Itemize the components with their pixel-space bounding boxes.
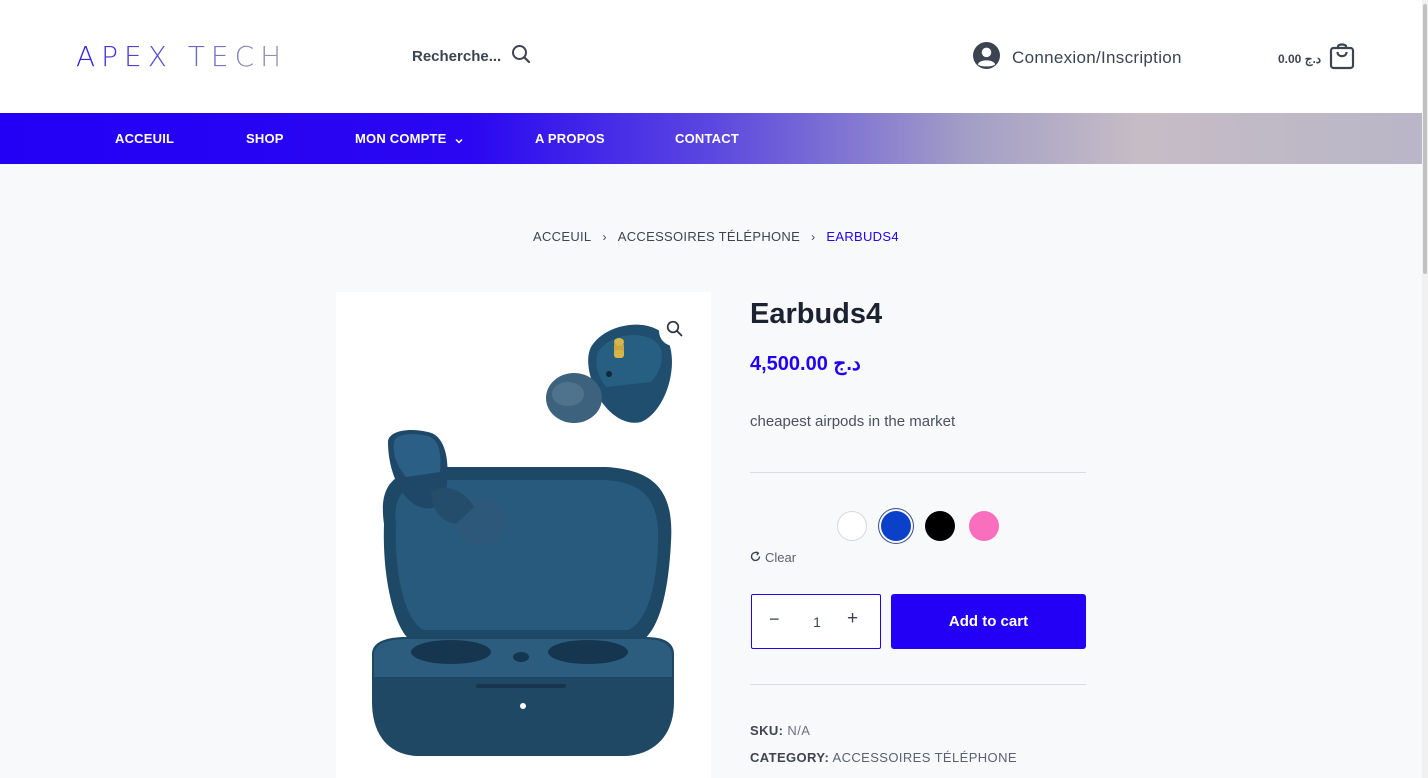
clear-label: Clear — [765, 550, 797, 565]
earbud-floating-right — [546, 324, 672, 423]
divider — [750, 472, 1086, 473]
add-to-cart-button[interactable]: Add to cart — [891, 594, 1086, 649]
search-trigger[interactable]: Recherche... — [412, 44, 531, 69]
product-sku: SKU: N/A — [750, 723, 810, 738]
scrollbar-thumb[interactable] — [1423, 4, 1427, 274]
earbuds-case — [372, 467, 674, 756]
category-label: CATEGORY: — [750, 750, 830, 765]
quantity-stepper: − + — [751, 594, 881, 649]
nav-item-shop[interactable]: SHOP — [246, 131, 284, 146]
product-category: CATEGORY: ACCESSOIRES TÉLÉPHONE — [750, 750, 1017, 765]
account-label: Connexion/Inscription — [1012, 48, 1182, 67]
chevron-right-icon: › — [602, 229, 607, 244]
user-icon — [973, 42, 1000, 74]
decrease-quantity-button[interactable]: − — [769, 609, 780, 630]
magnifier-icon — [666, 320, 683, 342]
zoom-button[interactable] — [659, 316, 689, 346]
quantity-input[interactable] — [802, 609, 832, 635]
nav-item-a-propos[interactable]: A PROPOS — [535, 131, 605, 146]
cart-link[interactable]: 0.00 د.ج — [1278, 42, 1355, 75]
breadcrumb-category[interactable]: ACCESSOIRES TÉLÉPHONE — [618, 229, 800, 244]
swatch-black[interactable] — [925, 511, 955, 541]
site-logo[interactable]: APEX TECH — [76, 40, 287, 73]
nav-item-contact[interactable]: CONTACT — [675, 131, 739, 146]
breadcrumb: ACCEUIL › ACCESSOIRES TÉLÉPHONE › EARBUD… — [533, 229, 899, 244]
site-header: APEX TECH Recherche... Connexion/Inscrip… — [0, 0, 1422, 113]
page-scrollbar[interactable] — [1422, 0, 1428, 778]
category-link[interactable]: ACCESSOIRES TÉLÉPHONE — [833, 750, 1017, 765]
product-title: Earbuds4 — [750, 298, 883, 330]
increase-quantity-button[interactable]: + — [847, 608, 858, 630]
cart-total: 0.00 د.ج — [1278, 51, 1322, 66]
product-description: cheapest airpods in the market — [750, 413, 956, 430]
sku-value: N/A — [787, 723, 811, 738]
product-price: 4,500.00 د.ج — [750, 353, 861, 375]
nav-item-mon-compte-label: MON COMPTE — [355, 131, 447, 146]
search-icon — [511, 44, 531, 69]
breadcrumb-current: EARBUDS4 — [826, 229, 899, 244]
chevron-down-icon — [455, 132, 463, 147]
nav-item-mon-compte[interactable]: MON COMPTE — [355, 131, 463, 147]
swatch-blue[interactable] — [881, 511, 911, 541]
chevron-right-icon: › — [811, 229, 816, 244]
search-label: Recherche... — [412, 48, 502, 65]
earbuds-illustration — [372, 324, 674, 756]
account-link[interactable]: Connexion/Inscription — [973, 42, 1182, 74]
product-image[interactable] — [336, 292, 711, 778]
clear-selection-link[interactable]: Clear — [750, 550, 796, 565]
reset-icon — [750, 550, 761, 565]
divider — [750, 684, 1086, 685]
main-navigation: ACCEUIL SHOP MON COMPTE A PROPOS CONTACT — [0, 113, 1422, 164]
nav-item-acceuil[interactable]: ACCEUIL — [115, 131, 174, 146]
breadcrumb-home[interactable]: ACCEUIL — [533, 229, 591, 244]
swatch-pink[interactable] — [969, 511, 999, 541]
sku-label: SKU: — [750, 723, 784, 738]
swatch-white[interactable] — [837, 511, 867, 541]
shopping-bag-icon — [1329, 42, 1355, 75]
